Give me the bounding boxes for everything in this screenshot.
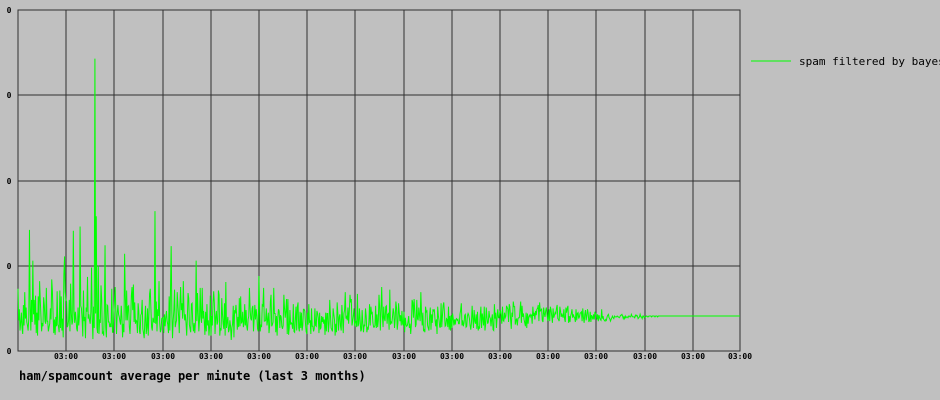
y-tick-label: 0 — [7, 91, 12, 100]
x-tick-label: 03:00 — [343, 352, 367, 361]
x-tick-label: 03:00 — [54, 352, 78, 361]
x-tick-label: 03:00 — [536, 352, 560, 361]
x-tick-label: 03:00 — [584, 352, 608, 361]
legend-label: spam filtered by bayes — [799, 55, 940, 68]
x-tick-label: 03:00 — [199, 352, 223, 361]
spamcount-chart: 03:00 03:00 03:00 03:00 03:00 03:00 03:00 03:00… — [7, 6, 940, 361]
x-tick-label: 03:00 — [681, 352, 705, 361]
y-tick-label: 0 — [7, 177, 12, 186]
x-tick-label: 03:00 — [728, 352, 752, 361]
series-line-spam-filtered-by-bayes — [17, 58, 740, 340]
y-tick-label: 0 — [7, 6, 12, 15]
x-tick-label: 03:00 — [488, 352, 512, 361]
x-tick-label: 03:00 — [440, 352, 464, 361]
x-tick-labels: 03:00 03:00 03:00 03:00 03:00 03:00 03:00 03:00… — [54, 352, 752, 361]
y-tick-label: 0 — [7, 347, 12, 356]
graph-page: 03:00 03:00 03:00 03:00 03:00 03:00 03:00 03:00… — [0, 0, 940, 400]
legend: spam filtered by bayes — [751, 55, 940, 68]
x-tick-label: 03:00 — [633, 352, 657, 361]
y-tick-labels: 0 0 0 0 0 — [7, 6, 12, 356]
x-tick-label: 03:00 — [295, 352, 319, 361]
chart-title: ham/spamcount average per minute (last 3… — [19, 369, 366, 383]
x-tick-label: 03:00 — [392, 352, 416, 361]
x-tick-label: 03:00 — [151, 352, 175, 361]
y-tick-label: 0 — [7, 262, 12, 271]
x-tick-label: 03:00 — [247, 352, 271, 361]
x-tick-label: 03:00 — [102, 352, 126, 361]
